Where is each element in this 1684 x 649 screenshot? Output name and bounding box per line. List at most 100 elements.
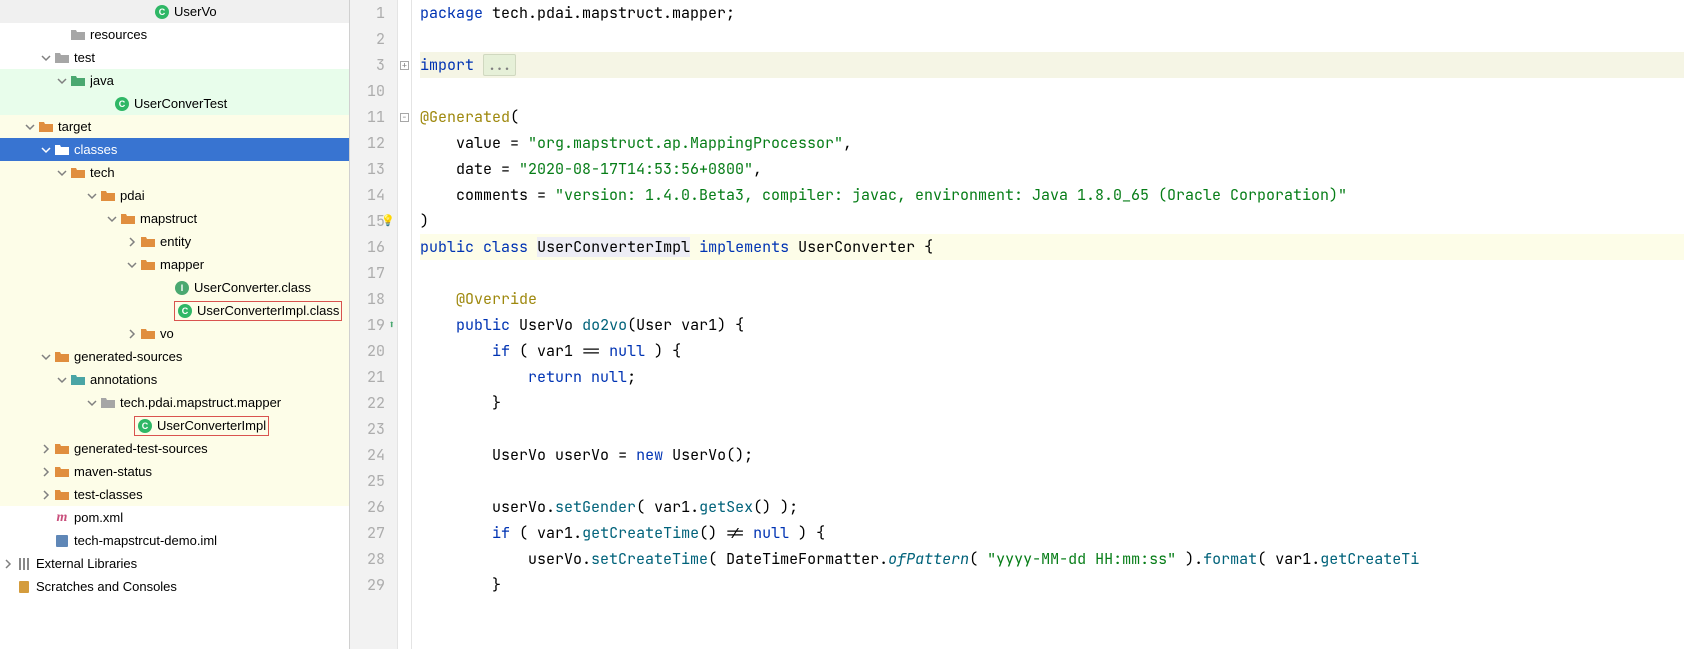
code-line[interactable] bbox=[420, 468, 1684, 494]
folder-icon bbox=[100, 188, 116, 204]
tree-item-test[interactable]: test bbox=[0, 46, 349, 69]
tree-item-userconvertest[interactable]: C UserConverTest bbox=[0, 92, 349, 115]
tree-label: test-classes bbox=[74, 487, 345, 502]
code-line[interactable]: UserVo userVo = new UserVo(); bbox=[420, 442, 1684, 468]
line-number[interactable]: 24 bbox=[358, 442, 385, 468]
line-gutter[interactable]: 1 2 3 10 11 12 13 14 15💡 16 17 18 19⬆ 20… bbox=[350, 0, 398, 649]
tree-label: UserConverter.class bbox=[194, 280, 345, 295]
line-number[interactable]: 17 bbox=[358, 260, 385, 286]
tree-label: pom.xml bbox=[74, 510, 345, 525]
tree-label: target bbox=[58, 119, 345, 134]
line-number[interactable]: 20 bbox=[358, 338, 385, 364]
line-number[interactable]: 1 bbox=[358, 0, 385, 26]
code-line[interactable]: date = "2020-08-17T14:53:56+0800", bbox=[420, 156, 1684, 182]
code-line[interactable]: public class UserConverterImpl implement… bbox=[420, 234, 1684, 260]
code-area[interactable]: package tech.pdai.mapstruct.mapper; impo… bbox=[412, 0, 1684, 649]
line-number[interactable]: 23 bbox=[358, 416, 385, 442]
tree-label: External Libraries bbox=[36, 556, 345, 571]
tree-item-mapper[interactable]: mapper bbox=[0, 253, 349, 276]
tree-item-userconverterimpl[interactable]: C UserConverterImpl bbox=[0, 414, 349, 437]
tree-item-uservo[interactable]: C UserVo bbox=[0, 0, 349, 23]
tree-label: annotations bbox=[90, 372, 345, 387]
code-line[interactable]: } bbox=[420, 390, 1684, 416]
tree-item-vo[interactable]: vo bbox=[0, 322, 349, 345]
line-number[interactable]: 18 bbox=[358, 286, 385, 312]
folded-region[interactable]: ... bbox=[483, 54, 516, 76]
code-line[interactable]: } bbox=[420, 572, 1684, 598]
fold-icon[interactable]: + bbox=[400, 61, 409, 70]
code-line[interactable]: import ... bbox=[420, 52, 1684, 78]
tree-item-pdai[interactable]: pdai bbox=[0, 184, 349, 207]
line-number[interactable]: 21 bbox=[358, 364, 385, 390]
line-number[interactable]: 3 bbox=[358, 52, 385, 78]
tree-item-pom[interactable]: m pom.xml bbox=[0, 506, 349, 529]
line-number[interactable]: 26 bbox=[358, 494, 385, 520]
tree-item-iml[interactable]: tech-mapstrcut-demo.iml bbox=[0, 529, 349, 552]
line-number[interactable]: 29 bbox=[358, 572, 385, 598]
tree-label: vo bbox=[160, 326, 345, 341]
folder-icon bbox=[70, 27, 86, 43]
tree-item-resources[interactable]: resources bbox=[0, 23, 349, 46]
line-number[interactable]: 2 bbox=[358, 26, 385, 52]
line-number[interactable]: 22 bbox=[358, 390, 385, 416]
code-line[interactable]: if ( var1.getCreateTime() != null ) { bbox=[420, 520, 1684, 546]
tree-label: mapstruct bbox=[140, 211, 345, 226]
line-number[interactable]: 27 bbox=[358, 520, 385, 546]
line-number[interactable]: 15💡 bbox=[358, 208, 385, 234]
line-number[interactable]: 25 bbox=[358, 468, 385, 494]
code-line[interactable] bbox=[420, 260, 1684, 286]
override-icon[interactable]: ⬆ bbox=[388, 312, 395, 338]
tree-label: tech-mapstrcut-demo.iml bbox=[74, 533, 345, 548]
tree-item-userconverterimpl-class[interactable]: C UserConverterImpl.class bbox=[0, 299, 349, 322]
line-number[interactable]: 14 bbox=[358, 182, 385, 208]
code-line[interactable]: userVo.setGender( var1.getSex() ); bbox=[420, 494, 1684, 520]
code-line[interactable]: @Override bbox=[420, 286, 1684, 312]
tree-label: java bbox=[90, 73, 345, 88]
tree-item-java[interactable]: java bbox=[0, 69, 349, 92]
tree-item-entity[interactable]: entity bbox=[0, 230, 349, 253]
fold-strip[interactable]: + − bbox=[398, 0, 412, 649]
tree-item-test-classes[interactable]: test-classes bbox=[0, 483, 349, 506]
tree-label: tech bbox=[90, 165, 345, 180]
tree-label: maven-status bbox=[74, 464, 345, 479]
folder-icon bbox=[70, 372, 86, 388]
highlight-box: C UserConverterImpl.class bbox=[174, 301, 342, 321]
tree-item-userconverter-class[interactable]: I UserConverter.class bbox=[0, 276, 349, 299]
tree-item-external-libraries[interactable]: External Libraries bbox=[0, 552, 349, 575]
code-line[interactable] bbox=[420, 78, 1684, 104]
code-editor[interactable]: 1 2 3 10 11 12 13 14 15💡 16 17 18 19⬆ 20… bbox=[350, 0, 1684, 649]
project-tree[interactable]: C UserVo resources test java C UserConve… bbox=[0, 0, 350, 649]
code-line[interactable] bbox=[420, 416, 1684, 442]
tree-item-tech-pkg[interactable]: tech.pdai.mapstruct.mapper bbox=[0, 391, 349, 414]
line-number[interactable]: 13 bbox=[358, 156, 385, 182]
code-line[interactable]: package tech.pdai.mapstruct.mapper; bbox=[420, 0, 1684, 26]
line-number[interactable]: 12 bbox=[358, 130, 385, 156]
tree-item-classes[interactable]: classes bbox=[0, 138, 349, 161]
code-line[interactable]: ) bbox=[420, 208, 1684, 234]
line-number[interactable]: 10 bbox=[358, 78, 385, 104]
code-line[interactable]: public UserVo do2vo(User var1) { bbox=[420, 312, 1684, 338]
tree-item-annotations[interactable]: annotations bbox=[0, 368, 349, 391]
code-line[interactable]: if ( var1 == null ) { bbox=[420, 338, 1684, 364]
code-line[interactable]: userVo.setCreateTime( DateTimeFormatter.… bbox=[420, 546, 1684, 572]
tree-label: pdai bbox=[120, 188, 345, 203]
code-line[interactable]: @Generated( bbox=[420, 104, 1684, 130]
code-line[interactable] bbox=[420, 26, 1684, 52]
line-number[interactable]: 19⬆ bbox=[358, 312, 385, 338]
bulb-icon[interactable]: 💡 bbox=[381, 208, 395, 234]
tree-item-mapstruct[interactable]: mapstruct bbox=[0, 207, 349, 230]
line-number[interactable]: 28 bbox=[358, 546, 385, 572]
code-line[interactable]: comments = "version: 1.4.0.Beta3, compil… bbox=[420, 182, 1684, 208]
fold-icon[interactable]: − bbox=[400, 113, 409, 122]
code-line[interactable]: value = "org.mapstruct.ap.MappingProcess… bbox=[420, 130, 1684, 156]
tree-item-maven-status[interactable]: maven-status bbox=[0, 460, 349, 483]
tree-item-scratches[interactable]: Scratches and Consoles bbox=[0, 575, 349, 598]
line-number[interactable]: 11 bbox=[358, 104, 385, 130]
tree-item-generated-sources[interactable]: generated-sources bbox=[0, 345, 349, 368]
tree-label: Scratches and Consoles bbox=[36, 579, 345, 594]
tree-item-target[interactable]: target bbox=[0, 115, 349, 138]
line-number[interactable]: 16 bbox=[358, 234, 385, 260]
tree-item-tech[interactable]: tech bbox=[0, 161, 349, 184]
code-line[interactable]: return null; bbox=[420, 364, 1684, 390]
tree-item-generated-test-sources[interactable]: generated-test-sources bbox=[0, 437, 349, 460]
